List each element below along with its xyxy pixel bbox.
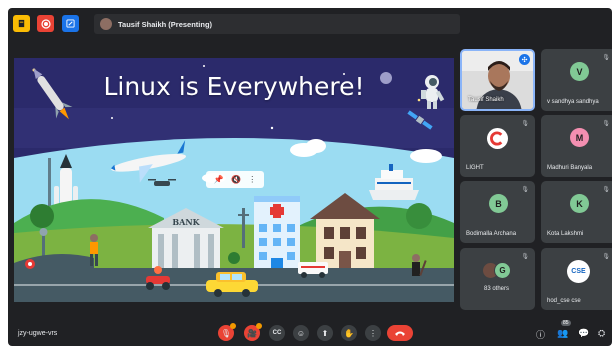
more-vert-icon[interactable]: ⋮ <box>248 175 256 184</box>
end-call-button[interactable] <box>387 325 413 341</box>
mic-off-icon: 🎙 <box>521 187 529 193</box>
mic-off-icon: 🎙 <box>602 55 610 61</box>
mic-off-icon: 🎙 <box>602 121 610 127</box>
raise-hand-button[interactable]: ✋ <box>341 325 357 341</box>
record-button[interactable] <box>37 15 54 32</box>
avatar: B <box>489 194 508 213</box>
mute-participant-icon[interactable]: 🔇 <box>231 175 241 184</box>
captions-icon: CC <box>272 330 282 336</box>
edit-icon <box>66 19 75 28</box>
cse-logo-text: CSE <box>571 268 586 275</box>
participant-tile[interactable]: 🎙 K Kota Lakshmi <box>541 181 612 243</box>
avatar: M <box>570 128 589 147</box>
participant-tile[interactable]: 🎙 CSE hod_cse cse <box>541 248 612 310</box>
activities-button[interactable]: ⛭ <box>598 328 605 339</box>
participant-name: Madhuri Banyala <box>547 165 593 171</box>
spotlight-badge: ✣ <box>519 54 530 65</box>
participant-tile[interactable]: 🎙 LIGHT <box>460 115 535 177</box>
activities-icon: ⛭ <box>598 328 606 338</box>
participant-name: Bodimalla Archana <box>466 231 517 237</box>
participant-tile[interactable]: 🎙 V v sandhya sandhya <box>541 49 612 111</box>
participant-name: LIGHT <box>466 165 484 171</box>
participant-name: Tausif Shaikh <box>468 97 504 103</box>
camera-button[interactable]: 🎥 <box>244 323 262 341</box>
c-logo-icon <box>490 131 503 146</box>
avatar: V <box>570 62 589 81</box>
others-tile[interactable]: 🎙 G 83 others <box>460 248 535 310</box>
present-button[interactable]: ⬆ <box>317 325 333 341</box>
avatar: K <box>570 194 589 213</box>
mic-off-icon: 🎙 <box>521 121 529 127</box>
mic-button[interactable]: 🎙 <box>218 323 236 341</box>
participant-tile[interactable]: 🎙 B Bodimalla Archana <box>460 181 535 243</box>
chat-button[interactable]: 💬 <box>578 328 589 339</box>
participant-name: Kota Lakshmi <box>547 231 584 237</box>
end-call-icon <box>395 331 405 336</box>
whiteboard-button[interactable] <box>62 15 79 32</box>
people-count-badge: 85 <box>561 320 571 326</box>
cse-logo: CSE <box>567 260 590 283</box>
mic-off-icon: 🎙 <box>521 254 529 260</box>
info-icon: ⓘ <box>536 330 546 340</box>
stage-controls: 📌 🔇 ⋮ <box>206 171 264 188</box>
present-icon: ⬆ <box>321 328 329 338</box>
others-count: 83 others <box>484 286 510 292</box>
info-button[interactable]: ⓘ <box>536 328 545 341</box>
file-button[interactable] <box>13 15 30 32</box>
chat-icon: 💬 <box>578 328 590 338</box>
avatar-stack: G <box>482 262 516 280</box>
presenter-label: Tausif Shaikh (Presenting) <box>118 19 213 29</box>
captions-button[interactable]: CC <box>269 325 285 341</box>
presenter-avatar <box>100 18 112 30</box>
mic-off-icon: 🎙 <box>602 254 610 260</box>
record-icon <box>40 18 51 29</box>
slide-title: Linux is Everywhere! <box>103 72 365 101</box>
meet-window: Tausif Shaikh (Presenting) BANK Linux is… <box>8 8 612 346</box>
meeting-code: jzy-ugwe-vrs <box>18 330 58 337</box>
people-button[interactable]: 👥 85 <box>557 320 571 339</box>
avatar: G <box>494 262 511 279</box>
more-icon: ⋮ <box>369 328 377 338</box>
emoji-icon: ☺ <box>296 328 306 338</box>
presenting-banner: Tausif Shaikh (Presenting) <box>94 14 460 34</box>
mic-off-icon: 🎙 <box>220 328 232 338</box>
participant-tile-presenter[interactable]: ✣ Tausif Shaikh <box>460 49 535 111</box>
shared-slide: BANK Linux is Everywhere! 📌 🔇 ⋮ <box>14 58 454 302</box>
bank-sign: BANK <box>172 217 200 227</box>
camera-off-icon: 🎥 <box>247 328 257 338</box>
participant-name: hod_cse cse <box>547 298 581 304</box>
participant-name: v sandhya sandhya <box>547 99 599 105</box>
pin-icon[interactable]: 📌 <box>214 175 224 184</box>
more-options-button[interactable]: ⋮ <box>365 325 381 341</box>
people-icon: 👥 <box>557 328 569 338</box>
warning-dot <box>256 323 262 329</box>
mic-off-icon: 🎙 <box>602 187 610 193</box>
raise-hand-icon: ✋ <box>344 328 354 338</box>
emoji-button[interactable]: ☺ <box>293 325 309 341</box>
participant-tile[interactable]: 🎙 M Madhuri Banyala <box>541 115 612 177</box>
file-icon <box>18 19 25 28</box>
warning-dot <box>230 323 236 329</box>
logo-avatar <box>487 128 508 149</box>
